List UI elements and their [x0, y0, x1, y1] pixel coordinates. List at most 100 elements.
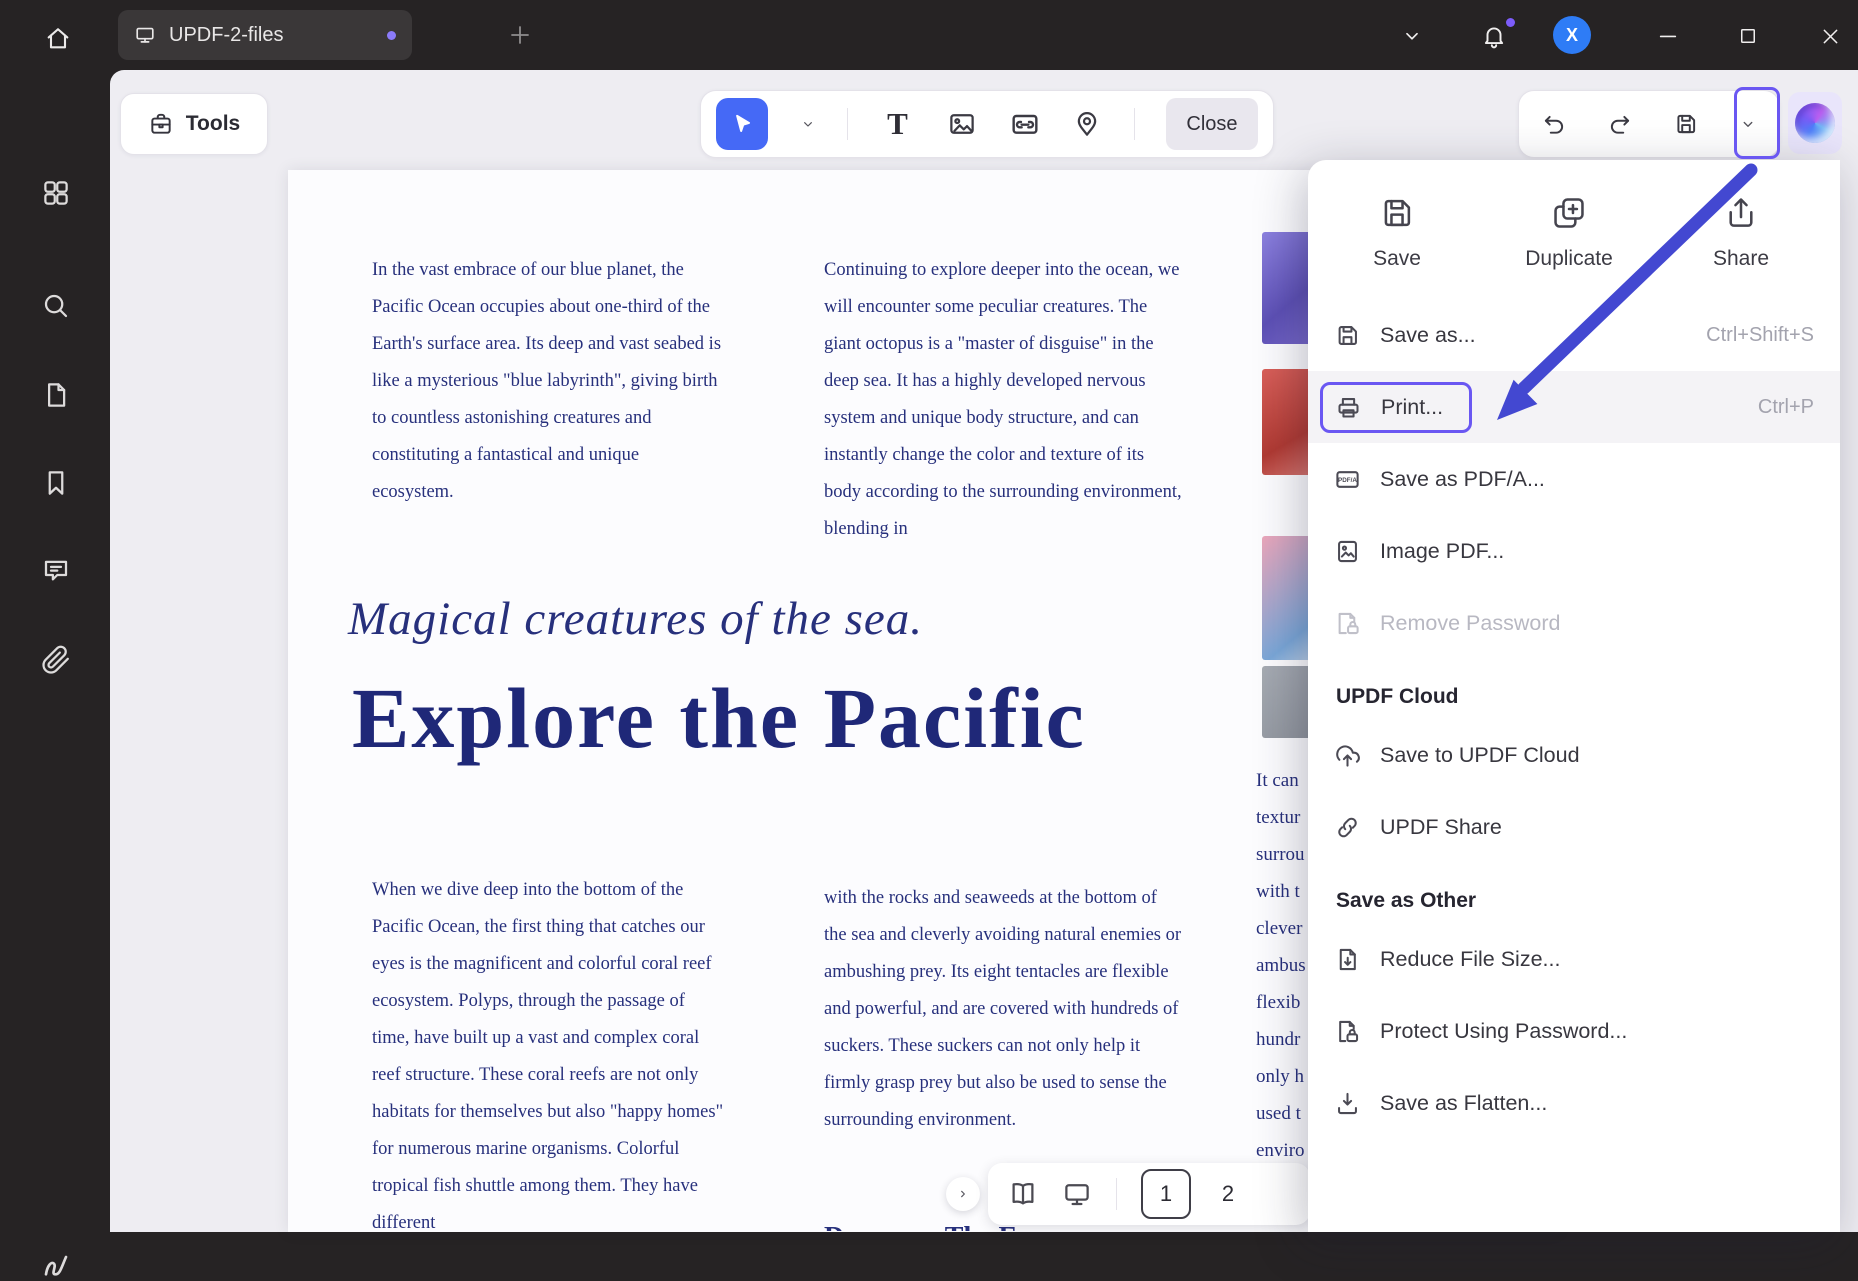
remove-password-label: Remove Password — [1380, 611, 1560, 636]
paragraph-bottom-left[interactable]: When we dive deep into the bottom of the… — [372, 872, 724, 1242]
divider — [1134, 108, 1135, 140]
close-window-button[interactable] — [1816, 22, 1844, 50]
save-dropdown-menu: Save Duplicate Share Save as... Ctrl+Shi… — [1308, 160, 1840, 1232]
menu-top-actions: Save Duplicate Share — [1308, 160, 1840, 285]
protect-password-label: Protect Using Password... — [1380, 1019, 1627, 1044]
signature-icon — [40, 1249, 72, 1281]
reduce-file-size-label: Reduce File Size... — [1380, 947, 1560, 972]
page-2-button[interactable]: 2 — [1215, 1181, 1241, 1207]
chevron-down-icon — [1401, 25, 1423, 47]
paragraph-top-left[interactable]: In the vast embrace of our blue planet, … — [372, 252, 724, 511]
sidebar-item-attachments[interactable] — [40, 644, 72, 676]
save-as-flatten-label: Save as Flatten... — [1380, 1091, 1547, 1116]
close-edit-button[interactable]: Close — [1166, 98, 1258, 150]
home-button[interactable] — [38, 18, 78, 58]
divider — [1116, 1178, 1117, 1210]
grid-icon — [41, 178, 71, 208]
ai-assistant-button[interactable] — [1788, 92, 1842, 154]
print-highlight-box: Print... — [1320, 382, 1472, 433]
paragraph-bottom-right[interactable]: with the rocks and seaweeds at the botto… — [824, 880, 1184, 1139]
sidebar-item-comments[interactable] — [40, 554, 72, 586]
image-pdf-label: Image PDF... — [1380, 539, 1504, 564]
divider — [847, 108, 848, 140]
image-pdf-icon — [1334, 538, 1361, 565]
chevron-right-icon — [955, 1186, 971, 1202]
flatten-icon — [1334, 1090, 1361, 1117]
search-icon — [41, 291, 71, 321]
menu-item-reduce-file-size[interactable]: Reduce File Size... — [1308, 923, 1840, 995]
expand-pagebar-button[interactable] — [946, 1177, 980, 1211]
menu-item-image-pdf[interactable]: Image PDF... — [1308, 515, 1840, 587]
close-label: Close — [1186, 113, 1237, 136]
menu-duplicate-action[interactable]: Duplicate — [1514, 194, 1624, 271]
page-1-button[interactable]: 1 — [1141, 1169, 1191, 1219]
sidebar-item-bookmarks[interactable] — [40, 467, 72, 499]
save-as-shortcut: Ctrl+Shift+S — [1706, 324, 1814, 347]
document-icon — [41, 380, 71, 410]
link-tool-button[interactable] — [1009, 108, 1041, 140]
paragraph-top-right[interactable]: Continuing to explore deeper into the oc… — [824, 252, 1184, 548]
maximize-button[interactable] — [1734, 22, 1762, 50]
account-avatar[interactable]: X — [1553, 16, 1591, 54]
home-icon — [44, 24, 72, 52]
edit-toolbar: T Close — [700, 90, 1274, 158]
toolbox-icon — [148, 111, 174, 137]
titlebar-chevron-button[interactable] — [1398, 22, 1426, 50]
print-shortcut: Ctrl+P — [1758, 396, 1814, 419]
titlebar: UPDF-2-files X — [0, 0, 1858, 70]
menu-section-updf-cloud: UPDF Cloud — [1308, 659, 1840, 719]
minimize-button[interactable] — [1654, 22, 1682, 50]
sidebar-item-search[interactable] — [40, 290, 72, 322]
menu-save-action[interactable]: Save — [1342, 194, 1452, 271]
pdfa-label: Save as PDF/A... — [1380, 467, 1545, 492]
clipped-text-column[interactable]: It cantextursurrouwith tcleverambusflexi… — [1256, 762, 1306, 1169]
plus-icon — [508, 23, 532, 47]
bell-icon — [1481, 23, 1507, 49]
pdfa-icon: PDF/A — [1334, 466, 1361, 493]
select-tool-chevron[interactable] — [800, 116, 816, 132]
protect-password-icon — [1334, 1018, 1361, 1045]
sidebar-item-signature[interactable] — [40, 1249, 72, 1281]
tools-label: Tools — [186, 112, 240, 136]
text-tool-button[interactable]: T — [880, 106, 916, 142]
svg-text:PDF/A: PDF/A — [1338, 477, 1357, 484]
print-icon — [1335, 394, 1362, 421]
sidebar-item-apps[interactable] — [40, 177, 72, 209]
undo-button[interactable] — [1541, 111, 1567, 137]
sidebar-item-pages[interactable] — [40, 379, 72, 411]
share-icon — [1722, 194, 1760, 232]
menu-item-save-as-pdfa[interactable]: PDF/A Save as PDF/A... — [1308, 443, 1840, 515]
save-button[interactable] — [1673, 111, 1699, 137]
menu-share-action[interactable]: Share — [1686, 194, 1796, 271]
menu-item-print[interactable]: Print... Ctrl+P — [1308, 371, 1840, 443]
unsaved-dot — [387, 31, 396, 40]
ai-icon — [1795, 103, 1835, 143]
notification-dot — [1506, 18, 1515, 27]
menu-item-save-as[interactable]: Save as... Ctrl+Shift+S — [1308, 299, 1840, 371]
save-chevron-highlight-box — [1734, 87, 1780, 159]
tools-button[interactable]: Tools — [120, 93, 268, 155]
heading-main[interactable]: Explore the Pacific — [352, 668, 1086, 768]
link-icon — [1334, 814, 1361, 841]
heading-italic[interactable]: Magical creatures of the sea. — [348, 592, 923, 646]
menu-item-save-to-updf-cloud[interactable]: Save to UPDF Cloud — [1308, 719, 1840, 791]
document-tab[interactable]: UPDF-2-files — [118, 10, 412, 60]
tab-title: UPDF-2-files — [169, 24, 283, 47]
presentation-button[interactable] — [1062, 1179, 1092, 1209]
comment-icon — [41, 555, 71, 585]
image-tool-button[interactable] — [947, 109, 977, 139]
redo-button[interactable] — [1607, 111, 1633, 137]
location-tool-button[interactable] — [1072, 109, 1102, 139]
monitor-icon — [134, 24, 156, 46]
avatar-letter: X — [1566, 25, 1578, 46]
book-view-button[interactable] — [1008, 1179, 1038, 1209]
menu-item-save-as-flatten[interactable]: Save as Flatten... — [1308, 1067, 1840, 1139]
select-tool-button[interactable] — [716, 98, 768, 150]
menu-item-updf-share[interactable]: UPDF Share — [1308, 791, 1840, 863]
menu-item-protect-using-password[interactable]: Protect Using Password... — [1308, 995, 1840, 1067]
new-tab-button[interactable] — [502, 17, 538, 53]
bookmark-icon — [41, 468, 71, 498]
save-as-icon — [1334, 322, 1361, 349]
notifications-button[interactable] — [1480, 22, 1508, 50]
save-icon — [1378, 194, 1416, 232]
